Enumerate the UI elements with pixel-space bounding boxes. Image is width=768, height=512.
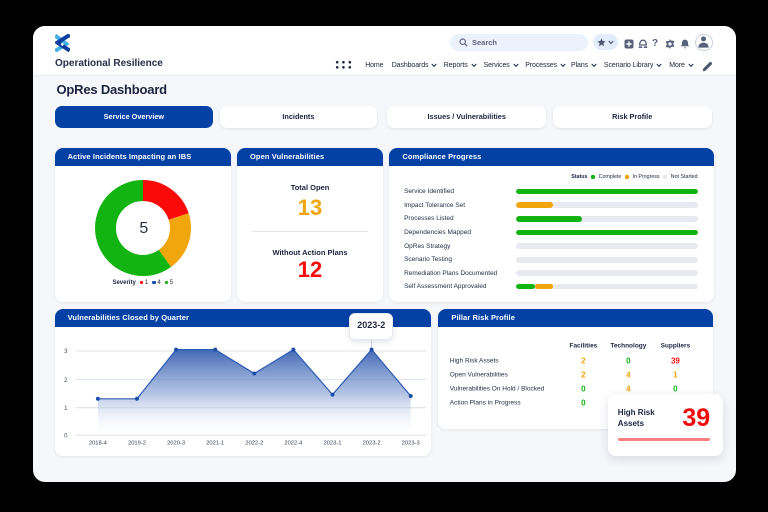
svg-text:3: 3: [64, 349, 68, 355]
svg-text:2022-4: 2022-4: [284, 441, 303, 447]
svg-text:2018-4: 2018-4: [88, 441, 107, 447]
svg-text:5: 5: [139, 220, 148, 237]
svg-text:2023-1: 2023-1: [323, 441, 341, 447]
svg-text:2: 2: [64, 378, 68, 384]
svg-text:2020-3: 2020-3: [167, 441, 185, 447]
svg-text:1: 1: [64, 406, 68, 412]
svg-text:2023-2: 2023-2: [362, 441, 380, 447]
svg-text:2019-2: 2019-2: [128, 441, 146, 447]
svg-text:2023-3: 2023-3: [401, 441, 419, 447]
svg-text:2022-2: 2022-2: [245, 441, 263, 447]
svg-text:0: 0: [64, 434, 68, 440]
svg-text:2021-1: 2021-1: [206, 441, 224, 447]
